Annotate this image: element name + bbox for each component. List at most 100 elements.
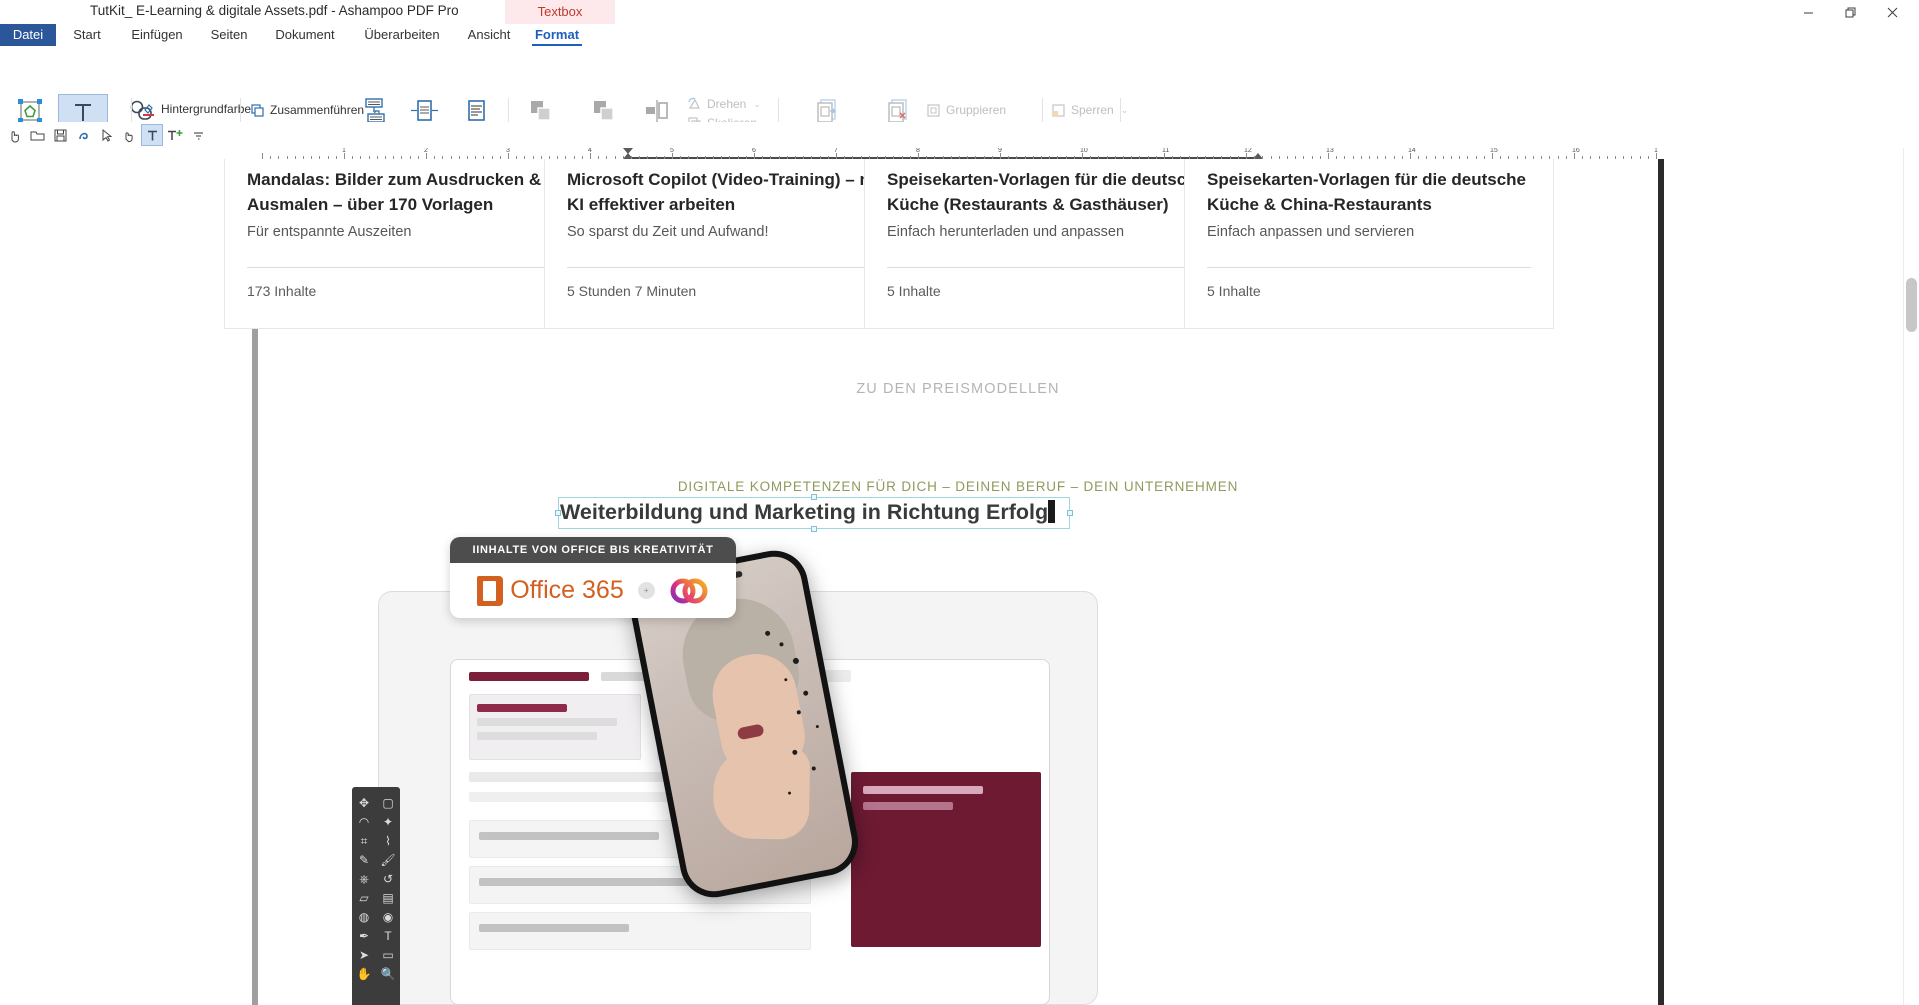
ruler-number: 5 (670, 148, 674, 154)
eyedropper-tool-icon: ⌇ (385, 834, 391, 848)
group-label: Gruppieren (946, 103, 1007, 117)
card-subtitle: Für entspannte Auszeiten (247, 224, 412, 240)
marquee-tool-icon: ▢ (382, 796, 394, 810)
minimize-icon[interactable] (1787, 0, 1829, 24)
document-workspace[interactable]: 1234567891011121314151617 Mandalas: Bild… (0, 148, 1919, 1005)
text-cursor (1048, 500, 1056, 523)
tab-start[interactable]: Start (56, 24, 118, 46)
badge-header: IINHALTE VON OFFICE BIS KREATIVITÄT (450, 537, 736, 563)
textbox-tool-icon[interactable] (141, 124, 163, 146)
rotate-button: Drehen ⌄ (686, 96, 761, 112)
arm-shape (712, 746, 811, 840)
more-options-icon[interactable] (187, 124, 209, 146)
resize-handle-top[interactable] (811, 494, 817, 500)
divider (567, 267, 891, 268)
ruler-number: 1 (342, 148, 346, 154)
background-color-button[interactable]: Hintergrundfarbe ⌄ (140, 101, 266, 117)
selected-textbox[interactable]: Weiterbildung und Marketing in Richtung … (555, 494, 1073, 532)
divider (247, 267, 571, 268)
course-card-row: Mandalas: Bilder zum Ausdrucken & Ausmal… (224, 159, 1658, 349)
ruler-number: 7 (834, 148, 838, 154)
tab-einfuegen[interactable]: Einfügen (118, 24, 196, 46)
card-meta: 5 Stunden 7 Minuten (567, 283, 697, 299)
open-folder-icon[interactable] (26, 124, 48, 146)
card-subtitle: So sparst du Zeit und Aufwand! (567, 224, 769, 240)
card-3[interactable]: Speisekarten-Vorlagen für die deutsche K… (864, 159, 1234, 329)
resize-handle-right[interactable] (1067, 510, 1073, 516)
tab-datei[interactable]: Datei (0, 24, 56, 46)
merge-icon (249, 102, 265, 118)
select-arrow-icon[interactable] (95, 124, 117, 146)
resize-handle-left[interactable] (555, 510, 561, 516)
hero-illustration: IINHALTE VON OFFICE BIS KREATIVITÄT Offi… (258, 537, 1658, 1005)
hand-pointer-icon[interactable] (3, 124, 25, 146)
ruler-number: 17 (1654, 148, 1658, 154)
tab-ansicht[interactable]: Ansicht (456, 24, 522, 46)
pan-hand-icon[interactable] (118, 124, 140, 146)
vertical-scrollbar[interactable] (1903, 148, 1919, 1005)
gradient-tool-icon: ▤ (382, 891, 394, 905)
lock-button: Sperren ⌄ (1050, 102, 1128, 118)
group-icon (925, 102, 941, 118)
title-bar: TutKit_ E-Learning & digitale Assets.pdf… (0, 0, 1919, 24)
context-tab-textbox[interactable]: Textbox (505, 0, 615, 24)
restore-icon[interactable] (1829, 0, 1871, 24)
add-text-icon[interactable] (164, 124, 186, 146)
office-icon (477, 575, 504, 606)
ruler-number: 3 (506, 148, 510, 154)
rotate-label: Drehen (707, 97, 747, 111)
section-kicker: DIGITALE KOMPETENZEN FÜR DICH – DEINEN B… (677, 479, 1239, 494)
card-1[interactable]: Mandalas: Bilder zum Ausdrucken & Ausmal… (224, 159, 594, 329)
pdf-page[interactable]: Mandalas: Bilder zum Ausdrucken & Ausmal… (224, 159, 1658, 1005)
ashampoo-pdf-pro-window: TutKit_ E-Learning & digitale Assets.pdf… (0, 0, 1919, 1005)
ribbon-tab-strip: Datei Start Einfügen Seiten Dokument Übe… (0, 24, 1919, 67)
right-gutter (1664, 148, 1919, 1005)
stamp-tool-icon: ⎈ (359, 871, 369, 886)
lock-label: Sperren (1071, 103, 1114, 117)
history-brush-icon: ↺ (382, 872, 394, 886)
background-color-label: Hintergrundfarbe (161, 102, 252, 116)
tab-format-label: Format (534, 27, 580, 42)
left-gutter (0, 148, 258, 1005)
chevron-down-icon: ⌄ (1120, 104, 1129, 115)
eraser-tool-icon: ▱ (359, 891, 369, 905)
card-meta: 5 Inhalte (887, 283, 941, 299)
path-select-tool-icon: ➤ (358, 948, 370, 962)
close-icon[interactable] (1871, 0, 1913, 24)
ruler-number: 14 (1408, 148, 1416, 154)
divider (887, 267, 1211, 268)
document-title: TutKit_ E-Learning & digitale Assets.pdf… (90, 3, 459, 18)
card-title: Speisekarten-Vorlagen für die deutsche K… (887, 170, 1206, 214)
dodge-tool-icon: ◉ (382, 910, 394, 924)
page-edge-right (1658, 159, 1664, 1005)
tab-seiten[interactable]: Seiten (196, 24, 262, 46)
rotate-icon (686, 96, 702, 112)
office-365-label: Office 365 (510, 576, 624, 604)
brush-tool-icon: 🖌 (380, 853, 396, 867)
ribbon: Grafik Textbox Zeichnung ⌄ Einfügen (0, 46, 1919, 168)
card-4[interactable]: Speisekarten-Vorlagen für die deutsche K… (1184, 159, 1554, 329)
scrollbar-thumb[interactable] (1906, 278, 1917, 332)
textbox-content[interactable]: Weiterbildung und Marketing in Richtung … (560, 496, 1056, 528)
pricing-models-link[interactable]: ZU DEN PREISMODELLEN (258, 381, 1658, 397)
ruler-number: 2 (424, 148, 428, 154)
office-kreativitaet-badge: IINHALTE VON OFFICE BIS KREATIVITÄT Offi… (450, 537, 736, 618)
undo-icon[interactable] (72, 124, 94, 146)
card-title: Mandalas: Bilder zum Ausdrucken & Ausmal… (247, 170, 542, 214)
tab-format[interactable]: Format (522, 24, 592, 46)
zoom-tool-icon: 🔍 (380, 967, 396, 981)
card-subtitle: Einfach anpassen und servieren (1207, 224, 1415, 240)
save-icon[interactable] (49, 124, 71, 146)
ruler-number: 4 (588, 148, 592, 154)
resize-handle-bottom[interactable] (811, 526, 817, 532)
office-365-logo: Office 365 (477, 575, 624, 606)
card-2[interactable]: Microsoft Copilot (Video-Training) – mit… (544, 159, 914, 329)
lock-icon (1050, 102, 1066, 118)
chevron-down-icon: ⌄ (753, 98, 761, 109)
window-controls (1787, 0, 1913, 24)
tab-ueberarbeiten[interactable]: Überarbeiten (348, 24, 456, 46)
tool-palette: ✥ ▢ ◠ ✦ ⌗ ⌇ ✎ 🖌 ⎈ ↺ ▱ ▤ ◍ ◉ ✒ T ➤ ▭ ✋ 🔍 (352, 787, 400, 1005)
badge-body: Office 365 + (450, 563, 736, 618)
tab-dokument[interactable]: Dokument (262, 24, 348, 46)
shape-tool-icon: ▭ (382, 948, 394, 962)
